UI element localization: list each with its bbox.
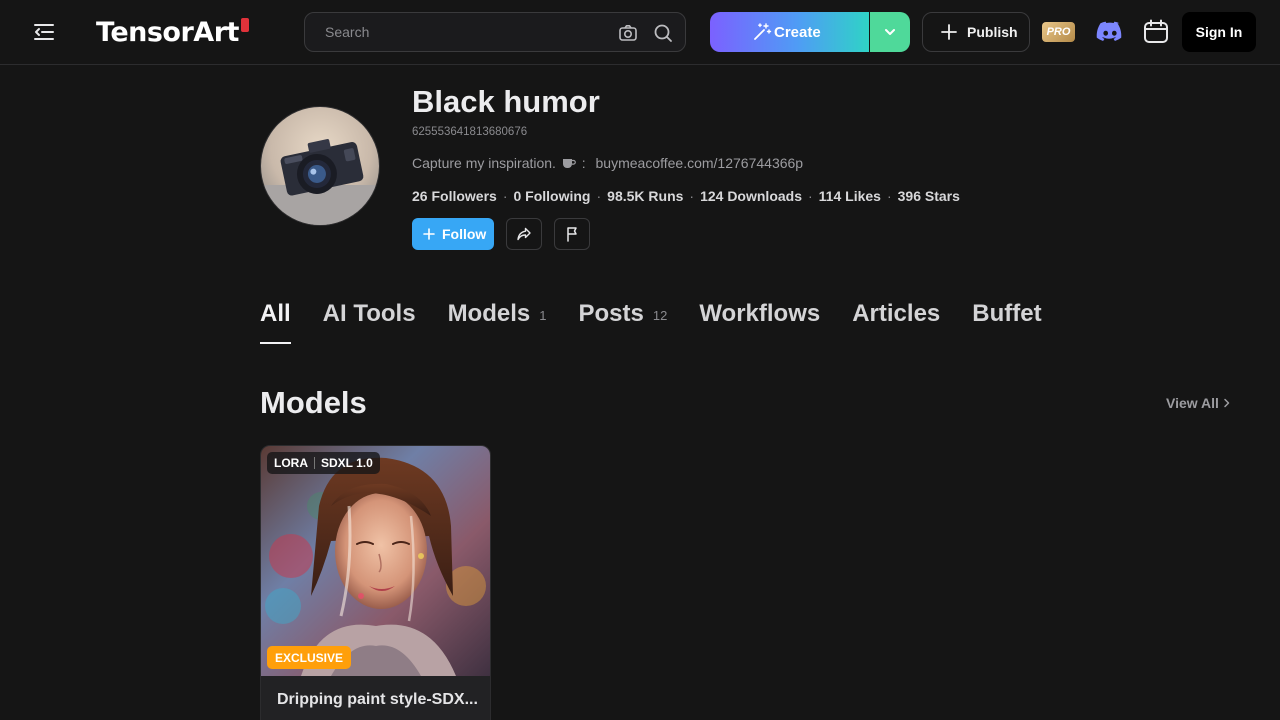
likes-count: 114 Likes: [818, 188, 881, 204]
chevron-down-icon: [885, 29, 895, 35]
search-input[interactable]: [325, 13, 605, 51]
followers-count[interactable]: 26 Followers: [412, 188, 497, 204]
bio-link[interactable]: buymeacoffee.com/1276744366p: [596, 155, 804, 171]
sign-in-button[interactable]: Sign In: [1182, 12, 1256, 52]
downloads-count: 124 Downloads: [700, 188, 802, 204]
tab-label: Posts: [578, 300, 644, 327]
runs-count: 98.5K Runs: [607, 188, 684, 204]
tab-count: 1: [539, 308, 547, 323]
view-all-link[interactable]: View All: [1166, 395, 1232, 411]
profile-tabs: All AI Tools Models 1 Posts 12 Workflows…: [260, 300, 1074, 350]
create-button[interactable]: Create: [710, 12, 869, 52]
tab-label: Articles: [852, 300, 941, 327]
tab-label: Models: [447, 300, 531, 327]
profile-bio: Capture my inspiration. : buymeacoffee.c…: [412, 155, 803, 171]
search-icon[interactable]: [652, 22, 674, 44]
model-cover-image: [261, 446, 490, 676]
tab-label: Buffet: [972, 300, 1042, 327]
tab-posts[interactable]: Posts 12: [578, 300, 667, 344]
model-type-tag: LORA SDXL 1.0: [267, 452, 380, 474]
magic-wand-icon: [754, 23, 772, 40]
profile-name: Black humor: [412, 84, 600, 119]
share-button[interactable]: [506, 218, 542, 250]
publish-label: Publish: [967, 24, 1018, 40]
model-title[interactable]: Dripping paint style-SDX...: [277, 691, 477, 709]
exclusive-badge: EXCLUSIVE: [267, 646, 352, 669]
profile-avatar: [260, 106, 380, 226]
tab-count: 12: [652, 308, 668, 323]
section-title: Models: [260, 385, 367, 420]
calendar-icon[interactable]: [1142, 18, 1170, 46]
following-count[interactable]: 0 Following: [513, 188, 590, 204]
bio-text: Capture my inspiration.: [412, 155, 556, 171]
profile-stats: 26 Followers · 0 Following · 98.5K Runs · 124 …: [412, 188, 960, 204]
tab-all[interactable]: All: [260, 300, 291, 344]
logo-badge-icon: [240, 18, 249, 32]
tab-label: Workflows: [699, 300, 821, 327]
coffee-icon: [562, 159, 576, 168]
tab-ai-tools[interactable]: AI Tools: [323, 300, 416, 344]
create-label: Create: [774, 23, 821, 41]
follow-button[interactable]: Follow: [412, 218, 494, 250]
tab-buffet[interactable]: Buffet: [972, 300, 1041, 344]
pro-badge[interactable]: PRO: [1042, 22, 1075, 42]
plus-icon: [423, 228, 435, 240]
profile-id: 625553641813680676: [412, 126, 528, 138]
tab-models[interactable]: Models 1: [448, 300, 547, 344]
top-navigation-bar: TensorArt Create: [0, 0, 1280, 65]
follow-label: Follow: [442, 226, 487, 242]
flag-icon: [567, 227, 577, 242]
search-bar: [304, 12, 686, 52]
report-button[interactable]: [554, 218, 590, 250]
tab-workflows[interactable]: Workflows: [699, 300, 820, 344]
discord-icon[interactable]: [1095, 19, 1125, 45]
bio-separator: :: [581, 155, 586, 171]
camera-search-icon[interactable]: [617, 22, 639, 44]
logo-text: TensorArt: [96, 16, 239, 48]
tab-articles[interactable]: Articles: [852, 300, 940, 344]
share-icon: [517, 227, 531, 241]
chevron-right-icon: [1224, 398, 1230, 408]
base-model: SDXL 1.0: [321, 456, 373, 470]
menu-icon[interactable]: [32, 21, 56, 43]
view-all-label: View All: [1166, 395, 1219, 411]
plus-icon: [941, 24, 957, 40]
model-type: LORA: [274, 456, 308, 470]
model-card[interactable]: LORA SDXL 1.0 EXCLUSIVE Dripping paint s…: [260, 445, 491, 720]
tab-label: AI Tools: [322, 300, 416, 327]
tensorart-logo[interactable]: TensorArt: [96, 14, 249, 50]
create-dropdown-button[interactable]: [870, 12, 910, 52]
stars-count: 396 Stars: [897, 188, 960, 204]
publish-button[interactable]: Publish: [922, 12, 1030, 52]
tab-label: All: [260, 300, 291, 327]
